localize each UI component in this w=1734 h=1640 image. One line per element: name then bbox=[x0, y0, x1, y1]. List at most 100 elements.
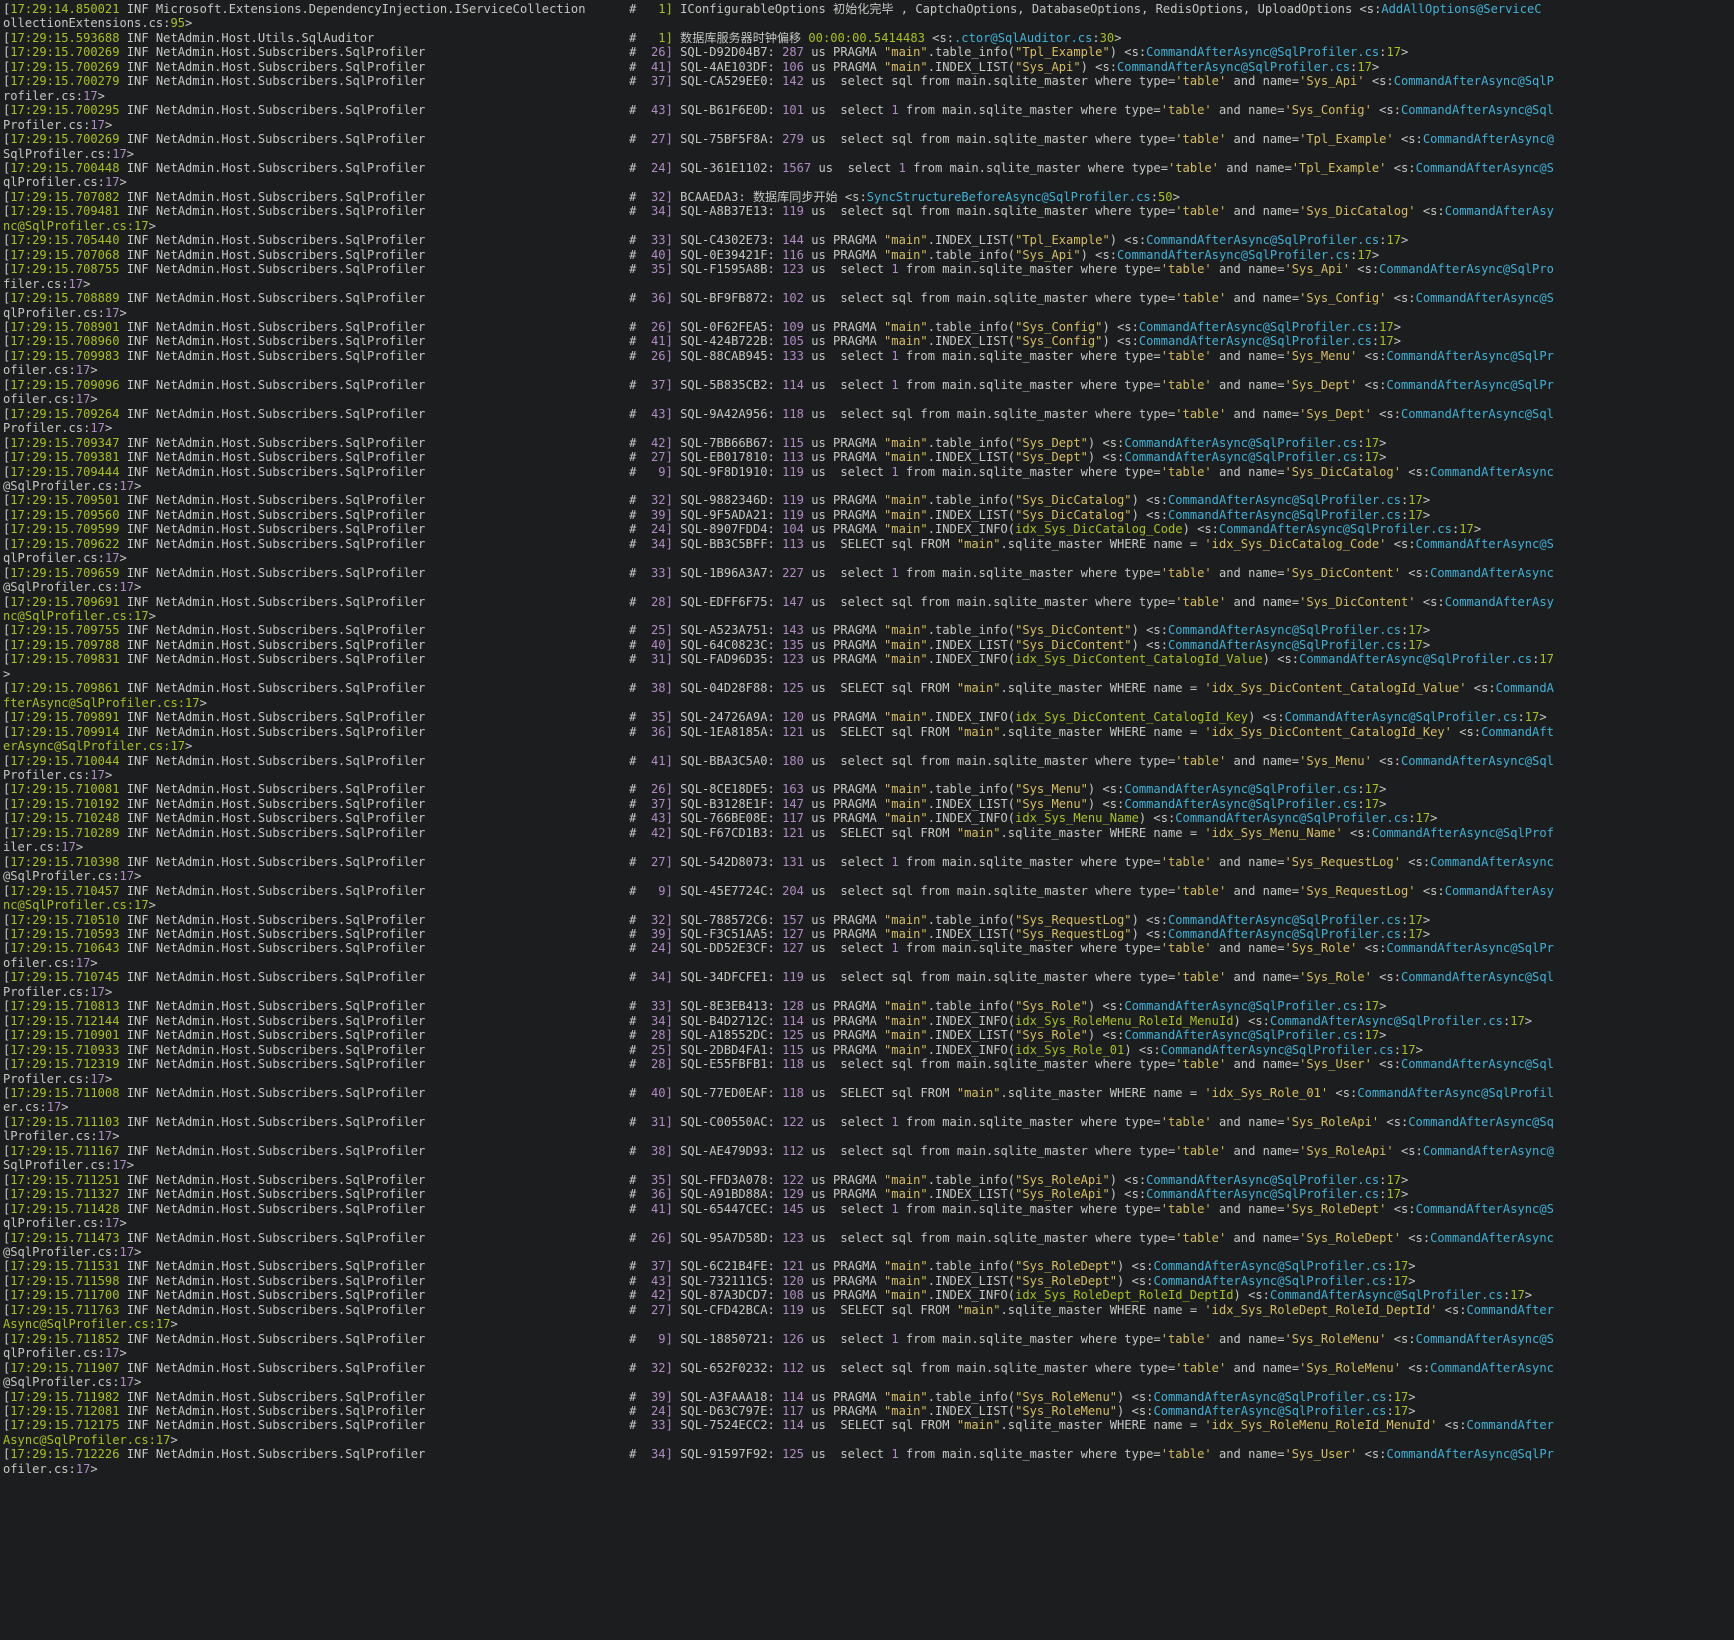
log-row: [17:29:15.711167 INF NetAdmin.Host.Subsc… bbox=[3, 1144, 1734, 1158]
log-row: [17:29:15.710044 INF NetAdmin.Host.Subsc… bbox=[3, 754, 1734, 768]
log-row: [17:29:15.709264 INF NetAdmin.Host.Subsc… bbox=[3, 407, 1734, 421]
log-row-continuation: nc@SqlProfiler.cs:17> bbox=[3, 609, 1734, 623]
log-row: [17:29:15.711103 INF NetAdmin.Host.Subsc… bbox=[3, 1115, 1734, 1129]
log-row: [17:29:15.710081 INF NetAdmin.Host.Subsc… bbox=[3, 782, 1734, 796]
log-row: [17:29:15.711763 INF NetAdmin.Host.Subsc… bbox=[3, 1303, 1734, 1317]
log-row-continuation: filer.cs:17> bbox=[3, 277, 1734, 291]
log-row-continuation: qlProfiler.cs:17> bbox=[3, 1346, 1734, 1360]
log-row: [17:29:15.709560 INF NetAdmin.Host.Subsc… bbox=[3, 508, 1734, 522]
log-row: [17:29:15.710192 INF NetAdmin.Host.Subsc… bbox=[3, 797, 1734, 811]
log-row-continuation: > bbox=[3, 667, 1734, 681]
log-row: [17:29:15.710933 INF NetAdmin.Host.Subsc… bbox=[3, 1043, 1734, 1057]
log-row-continuation: @SqlProfiler.cs:17> bbox=[3, 580, 1734, 594]
log-row: [17:29:15.712081 INF NetAdmin.Host.Subsc… bbox=[3, 1404, 1734, 1418]
log-row: [17:29:15.708960 INF NetAdmin.Host.Subsc… bbox=[3, 334, 1734, 348]
log-row: [17:29:15.710289 INF NetAdmin.Host.Subsc… bbox=[3, 826, 1734, 840]
log-row: [17:29:15.700295 INF NetAdmin.Host.Subsc… bbox=[3, 103, 1734, 117]
log-row: [17:29:15.709501 INF NetAdmin.Host.Subsc… bbox=[3, 493, 1734, 507]
log-row: [17:29:15.710813 INF NetAdmin.Host.Subsc… bbox=[3, 999, 1734, 1013]
log-row-continuation: SqlProfiler.cs:17> bbox=[3, 147, 1734, 161]
log-row-continuation: lProfiler.cs:17> bbox=[3, 1129, 1734, 1143]
log-row-continuation: qlProfiler.cs:17> bbox=[3, 306, 1734, 320]
log-row-continuation: er.cs:17> bbox=[3, 1100, 1734, 1114]
log-row: [17:29:15.709599 INF NetAdmin.Host.Subsc… bbox=[3, 522, 1734, 536]
log-row: [17:29:15.711982 INF NetAdmin.Host.Subsc… bbox=[3, 1390, 1734, 1404]
log-row: [17:29:15.711327 INF NetAdmin.Host.Subsc… bbox=[3, 1187, 1734, 1201]
log-row-continuation: erAsync@SqlProfiler.cs:17> bbox=[3, 739, 1734, 753]
log-row-continuation: @SqlProfiler.cs:17> bbox=[3, 869, 1734, 883]
log-row: [17:29:15.700279 INF NetAdmin.Host.Subsc… bbox=[3, 74, 1734, 88]
log-row-continuation: Profiler.cs:17> bbox=[3, 768, 1734, 782]
log-row-continuation: ofiler.cs:17> bbox=[3, 956, 1734, 970]
log-row: [17:29:15.709381 INF NetAdmin.Host.Subsc… bbox=[3, 450, 1734, 464]
log-row-continuation: ofiler.cs:17> bbox=[3, 392, 1734, 406]
log-row: [17:29:15.712175 INF NetAdmin.Host.Subsc… bbox=[3, 1418, 1734, 1432]
log-row-continuation: rofiler.cs:17> bbox=[3, 89, 1734, 103]
log-row: [17:29:15.709788 INF NetAdmin.Host.Subsc… bbox=[3, 638, 1734, 652]
log-row: [17:29:15.700269 INF NetAdmin.Host.Subsc… bbox=[3, 60, 1734, 74]
terminal[interactable]: [17:29:14.850021 INF Microsoft.Extension… bbox=[0, 0, 1734, 1640]
log-row: [17:29:15.710248 INF NetAdmin.Host.Subsc… bbox=[3, 811, 1734, 825]
log-row: [17:29:15.710457 INF NetAdmin.Host.Subsc… bbox=[3, 884, 1734, 898]
log-row: [17:29:15.700269 INF NetAdmin.Host.Subsc… bbox=[3, 132, 1734, 146]
log-row: [17:29:15.712144 INF NetAdmin.Host.Subsc… bbox=[3, 1014, 1734, 1028]
log-row: [17:29:15.700269 INF NetAdmin.Host.Subsc… bbox=[3, 45, 1734, 59]
log-row: [17:29:15.707068 INF NetAdmin.Host.Subsc… bbox=[3, 248, 1734, 262]
log-row: [17:29:15.709861 INF NetAdmin.Host.Subsc… bbox=[3, 681, 1734, 695]
log-row: [17:29:15.709755 INF NetAdmin.Host.Subsc… bbox=[3, 623, 1734, 637]
log-row-continuation: ollectionExtensions.cs:95> bbox=[3, 16, 1734, 30]
log-row: [17:29:15.710643 INF NetAdmin.Host.Subsc… bbox=[3, 941, 1734, 955]
log-row: [17:29:15.708889 INF NetAdmin.Host.Subsc… bbox=[3, 291, 1734, 305]
log-row: [17:29:15.709481 INF NetAdmin.Host.Subsc… bbox=[3, 204, 1734, 218]
log-row-continuation: SqlProfiler.cs:17> bbox=[3, 1158, 1734, 1172]
log-row: [17:29:15.711428 INF NetAdmin.Host.Subsc… bbox=[3, 1202, 1734, 1216]
log-row-continuation: Profiler.cs:17> bbox=[3, 421, 1734, 435]
log-row: [17:29:15.707082 INF NetAdmin.Host.Subsc… bbox=[3, 190, 1734, 204]
log-row: [17:29:15.709891 INF NetAdmin.Host.Subsc… bbox=[3, 710, 1734, 724]
log-row-continuation: fterAsync@SqlProfiler.cs:17> bbox=[3, 696, 1734, 710]
log-row-continuation: ofiler.cs:17> bbox=[3, 1462, 1734, 1476]
log-row-continuation: @SqlProfiler.cs:17> bbox=[3, 479, 1734, 493]
log-row-continuation: nc@SqlProfiler.cs:17> bbox=[3, 219, 1734, 233]
log-row: [17:29:15.711852 INF NetAdmin.Host.Subsc… bbox=[3, 1332, 1734, 1346]
log-row: [17:29:15.712226 INF NetAdmin.Host.Subsc… bbox=[3, 1447, 1734, 1461]
log-row: [17:29:15.710901 INF NetAdmin.Host.Subsc… bbox=[3, 1028, 1734, 1042]
log-row: [17:29:15.700448 INF NetAdmin.Host.Subsc… bbox=[3, 161, 1734, 175]
log-row-continuation: Profiler.cs:17> bbox=[3, 118, 1734, 132]
log-row-continuation: nc@SqlProfiler.cs:17> bbox=[3, 898, 1734, 912]
log-row-continuation: @SqlProfiler.cs:17> bbox=[3, 1245, 1734, 1259]
log-row: [17:29:15.710510 INF NetAdmin.Host.Subsc… bbox=[3, 913, 1734, 927]
log-row: [17:29:15.709444 INF NetAdmin.Host.Subsc… bbox=[3, 465, 1734, 479]
log-row: [17:29:15.709831 INF NetAdmin.Host.Subsc… bbox=[3, 652, 1734, 666]
log-row-continuation: Profiler.cs:17> bbox=[3, 1072, 1734, 1086]
log-row: [17:29:15.711531 INF NetAdmin.Host.Subsc… bbox=[3, 1259, 1734, 1273]
log-row: [17:29:15.709983 INF NetAdmin.Host.Subsc… bbox=[3, 349, 1734, 363]
log-row-continuation: Profiler.cs:17> bbox=[3, 985, 1734, 999]
log-row: [17:29:15.711907 INF NetAdmin.Host.Subsc… bbox=[3, 1361, 1734, 1375]
log-row: [17:29:15.710593 INF NetAdmin.Host.Subsc… bbox=[3, 927, 1734, 941]
log-row-continuation: ofiler.cs:17> bbox=[3, 363, 1734, 377]
log-row: [17:29:15.711700 INF NetAdmin.Host.Subsc… bbox=[3, 1288, 1734, 1302]
log-row-continuation: qlProfiler.cs:17> bbox=[3, 1216, 1734, 1230]
log-row: [17:29:15.708755 INF NetAdmin.Host.Subsc… bbox=[3, 262, 1734, 276]
log-row: [17:29:15.710398 INF NetAdmin.Host.Subsc… bbox=[3, 855, 1734, 869]
log-row: [17:29:15.709691 INF NetAdmin.Host.Subsc… bbox=[3, 595, 1734, 609]
log-row: [17:29:15.711598 INF NetAdmin.Host.Subsc… bbox=[3, 1274, 1734, 1288]
log-row-continuation: iler.cs:17> bbox=[3, 840, 1734, 854]
log-row: [17:29:15.711251 INF NetAdmin.Host.Subsc… bbox=[3, 1173, 1734, 1187]
log-row: [17:29:15.708901 INF NetAdmin.Host.Subsc… bbox=[3, 320, 1734, 334]
log-row-continuation: qlProfiler.cs:17> bbox=[3, 175, 1734, 189]
log-row: [17:29:15.712319 INF NetAdmin.Host.Subsc… bbox=[3, 1057, 1734, 1071]
terminal-output: [17:29:14.850021 INF Microsoft.Extension… bbox=[3, 2, 1734, 1476]
log-row: [17:29:15.709622 INF NetAdmin.Host.Subsc… bbox=[3, 537, 1734, 551]
log-row: [17:29:15.705440 INF NetAdmin.Host.Subsc… bbox=[3, 233, 1734, 247]
log-row: [17:29:15.593688 INF NetAdmin.Host.Utils… bbox=[3, 31, 1734, 45]
log-row-continuation: qlProfiler.cs:17> bbox=[3, 551, 1734, 565]
log-row: [17:29:14.850021 INF Microsoft.Extension… bbox=[3, 2, 1734, 16]
log-row: [17:29:15.711473 INF NetAdmin.Host.Subsc… bbox=[3, 1231, 1734, 1245]
log-row: [17:29:15.711008 INF NetAdmin.Host.Subsc… bbox=[3, 1086, 1734, 1100]
log-row: [17:29:15.709347 INF NetAdmin.Host.Subsc… bbox=[3, 436, 1734, 450]
log-row: [17:29:15.709096 INF NetAdmin.Host.Subsc… bbox=[3, 378, 1734, 392]
log-row: [17:29:15.710745 INF NetAdmin.Host.Subsc… bbox=[3, 970, 1734, 984]
log-row: [17:29:15.709914 INF NetAdmin.Host.Subsc… bbox=[3, 725, 1734, 739]
